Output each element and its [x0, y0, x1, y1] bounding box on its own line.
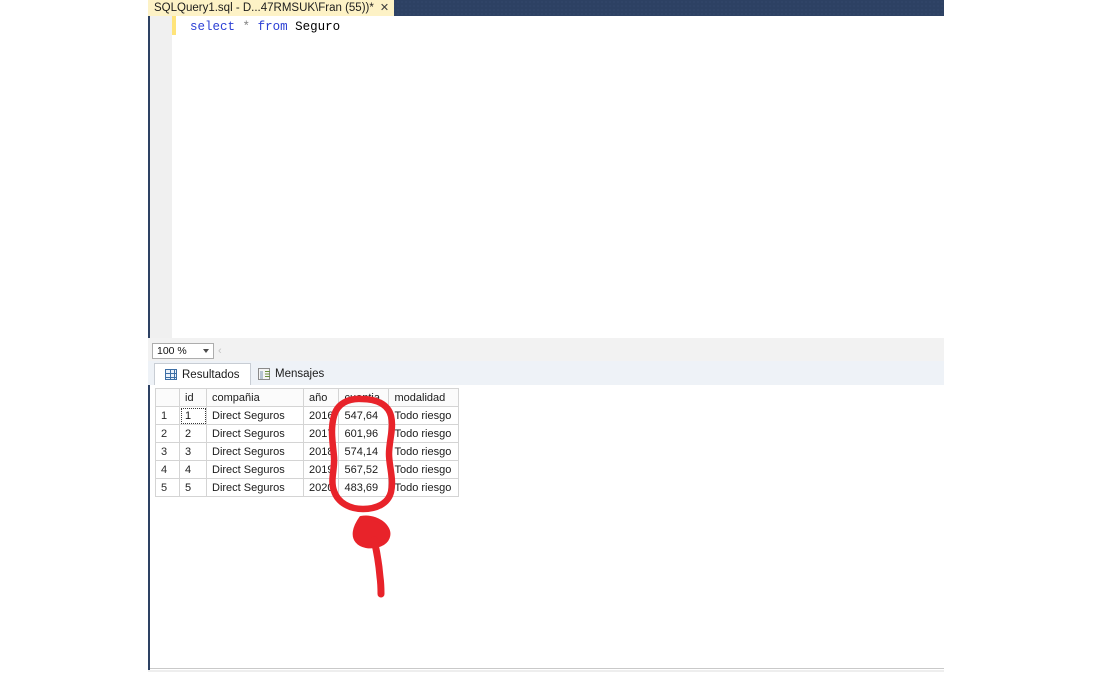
close-icon[interactable]: ✕ [380, 0, 389, 16]
column-header-ano[interactable]: año [302, 388, 340, 407]
cell-cuantia[interactable]: 574,14 [338, 442, 390, 461]
document-tab-strip: SQLQuery1.sql - D...47RMSUK\Fran (55))* … [148, 0, 944, 16]
unsaved-change-marker [172, 16, 176, 35]
table-row[interactable]: 4 4 Direct Seguros 2019 567,52 Todo ries… [155, 460, 460, 479]
message-document-icon [258, 368, 270, 380]
cell-cuantia[interactable]: 567,52 [338, 460, 390, 479]
sql-star: * [242, 20, 251, 34]
zoom-level-value: 100 % [157, 345, 187, 357]
ssms-window: SQLQuery1.sql - D...47RMSUK\Fran (55))* … [0, 0, 1096, 678]
cell-compania[interactable]: Direct Seguros [206, 406, 304, 425]
table-row[interactable]: 2 2 Direct Seguros 2017 601,96 Todo ries… [155, 424, 460, 443]
panel-bottom-line [150, 668, 944, 669]
results-grid[interactable]: id compañia año cuantia modalidad 1 1 Di… [155, 388, 460, 497]
cell-compania[interactable]: Direct Seguros [206, 424, 304, 443]
row-number[interactable]: 5 [155, 478, 180, 497]
row-number[interactable]: 4 [155, 460, 180, 479]
cell-modalidad[interactable]: Todo riesgo [388, 442, 460, 461]
cell-ano[interactable]: 2020 [302, 478, 340, 497]
table-row[interactable]: 3 3 Direct Seguros 2018 574,14 Todo ries… [155, 442, 460, 461]
editor-gutter [150, 16, 172, 338]
document-tab-sqlquery1[interactable]: SQLQuery1.sql - D...47RMSUK\Fran (55))* … [148, 0, 395, 16]
tab-mensajes-label: Mensajes [275, 368, 325, 380]
sql-star-operator [235, 20, 243, 34]
cell-compania[interactable]: Direct Seguros [206, 478, 304, 497]
sql-editor[interactable]: select * from Seguro [148, 16, 944, 338]
cell-id[interactable]: 1 [179, 406, 207, 425]
cell-ano[interactable]: 2019 [302, 460, 340, 479]
cell-id[interactable]: 2 [179, 424, 207, 443]
cell-modalidad[interactable]: Todo riesgo [388, 424, 460, 443]
panel-bottom-line-2 [148, 670, 944, 672]
cell-cuantia[interactable]: 601,96 [338, 424, 390, 443]
cell-modalidad[interactable]: Todo riesgo [388, 406, 460, 425]
grid-corner-header[interactable] [155, 388, 180, 407]
table-row[interactable]: 5 5 Direct Seguros 2020 483,69 Todo ries… [155, 478, 460, 497]
cell-cuantia[interactable]: 547,64 [338, 406, 390, 425]
grid-icon [165, 369, 177, 380]
sql-space-2 [250, 20, 258, 34]
cell-id[interactable]: 4 [179, 460, 207, 479]
sql-keyword-select: select [190, 20, 236, 34]
cell-id[interactable]: 3 [179, 442, 207, 461]
row-number[interactable]: 1 [155, 406, 180, 425]
row-number[interactable]: 3 [155, 442, 180, 461]
column-header-id[interactable]: id [179, 388, 207, 407]
chevron-down-icon[interactable] [203, 349, 209, 353]
editor-zoom-bar: 100 % ‹ [148, 341, 944, 362]
cell-ano[interactable]: 2017 [302, 424, 340, 443]
zoom-level-combobox[interactable]: 100 % [152, 343, 214, 359]
cell-cuantia[interactable]: 483,69 [338, 478, 390, 497]
cell-compania[interactable]: Direct Seguros [206, 460, 304, 479]
table-row[interactable]: 1 1 Direct Seguros 2016 547,64 Todo ries… [155, 406, 460, 425]
column-header-modalidad[interactable]: modalidad [388, 388, 460, 407]
cell-modalidad[interactable]: Todo riesgo [388, 478, 460, 497]
tab-resultados-label: Resultados [182, 368, 240, 381]
results-tab-bar: Resultados Mensajes [148, 361, 944, 386]
row-number[interactable]: 2 [155, 424, 180, 443]
cell-compania[interactable]: Direct Seguros [206, 442, 304, 461]
tab-resultados[interactable]: Resultados [154, 363, 251, 386]
grid-header-row: id compañia año cuantia modalidad [155, 388, 460, 407]
results-left-border [148, 385, 150, 670]
document-tab-label: SQLQuery1.sql - D...47RMSUK\Fran (55))* [154, 2, 374, 14]
editor-code-line: select * from Seguro [190, 19, 340, 36]
column-header-compania[interactable]: compañia [206, 388, 304, 407]
cell-ano[interactable]: 2016 [302, 406, 340, 425]
results-grid-panel: id compañia año cuantia modalidad 1 1 Di… [148, 385, 944, 670]
cell-id[interactable]: 5 [179, 478, 207, 497]
sql-table-name: Seguro [295, 20, 341, 34]
chevron-left-icon[interactable]: ‹ [218, 345, 222, 357]
column-header-cuantia[interactable]: cuantia [338, 388, 390, 407]
cell-ano[interactable]: 2018 [302, 442, 340, 461]
sql-space-3 [288, 20, 296, 34]
tab-mensajes[interactable]: Mensajes [248, 363, 334, 385]
cell-modalidad[interactable]: Todo riesgo [388, 460, 460, 479]
sql-keyword-from: from [257, 20, 288, 34]
